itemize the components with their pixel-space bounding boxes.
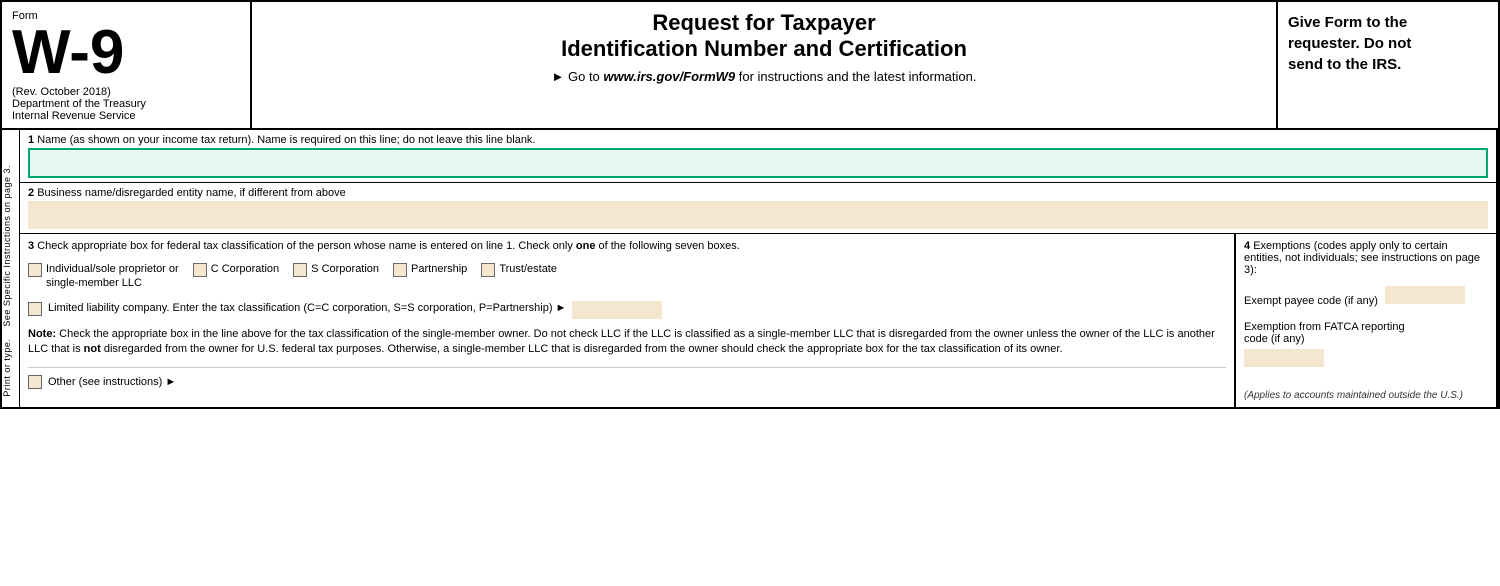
fatca-label: Exemption from FATCA reporting [1244,321,1488,333]
llc-classification-input[interactable] [572,301,662,319]
checkbox-individual: Individual/sole proprietor orsingle-memb… [28,262,179,291]
checkbox-s-corp-box[interactable] [293,263,307,277]
main-title: Request for Taxpayer Identification Numb… [272,10,1256,63]
header-right: Give Form to the requester. Do not send … [1278,2,1498,128]
give-form-line2: requester. Do not [1288,35,1411,52]
field2-text: Business name/disregarded entity name, i… [37,187,346,199]
field2-input[interactable] [28,201,1488,229]
main-title-line2: Identification Number and Certification [561,36,967,61]
exempt-payee-row: Exempt payee code (if any) [1244,282,1488,307]
form-w9: Form W-9 (Rev. October 2018) Department … [0,0,1500,409]
other-row: Other (see instructions) ► [28,367,1226,389]
instruction-suffix: for instructions and the latest informat… [739,69,977,84]
checkbox-partnership: Partnership [393,262,467,277]
checkbox-llc-box[interactable] [28,302,42,316]
give-form-line1: Give Form to the [1288,14,1407,31]
field2-label: 2 Business name/disregarded entity name,… [28,187,1488,199]
field1-input[interactable] [28,148,1488,178]
side-text: Print or type. See Specific Instructions… [2,165,20,397]
fatca-section: Exemption from FATCA reporting code (if … [1244,321,1488,370]
checkbox-s-corp-label: S Corporation [311,262,379,276]
main-title-line1: Request for Taxpayer [652,10,875,35]
field1-label: 1 Name (as shown on your income tax retu… [28,134,1488,146]
checkbox-partnership-label: Partnership [411,262,467,276]
llc-label: Limited liability company. Enter the tax… [48,301,566,315]
checkbox-s-corp: S Corporation [293,262,379,277]
instruction-url: www.irs.gov/FormW9 [603,69,735,84]
section3-title-bold: one [576,240,596,252]
field1-number: 1 [28,134,34,146]
header-center: Request for Taxpayer Identification Numb… [252,2,1278,128]
checkbox-c-corp-box[interactable] [193,263,207,277]
section3-main: 3 Check appropriate box for federal tax … [20,234,1236,407]
fatca-label2: code (if any) [1244,333,1488,345]
checkbox-trust-box[interactable] [481,263,495,277]
form-header: Form W-9 (Rev. October 2018) Department … [2,2,1498,130]
exempt-payee-input[interactable] [1385,286,1465,304]
section4-title: 4 Exemptions (codes apply only to certai… [1244,240,1488,276]
fatca-input[interactable] [1244,349,1324,367]
side-print: Print or type. [2,339,12,397]
checkbox-individual-label: Individual/sole proprietor orsingle-memb… [46,262,179,291]
section3-wrapper: 3 Check appropriate box for federal tax … [20,234,1496,407]
field2-number: 2 [28,187,34,199]
section3-title: 3 Check appropriate box for federal tax … [28,240,1226,252]
section3-title-text: Check appropriate box for federal tax cl… [37,240,573,252]
checkbox-trust: Trust/estate [481,262,557,277]
field1-row: 1 Name (as shown on your income tax retu… [20,130,1496,183]
checkbox-c-corp: C Corporation [193,262,279,277]
checkbox-other-box[interactable] [28,375,42,389]
note-bold: Note: [28,328,56,340]
side-label: Print or type. See Specific Instructions… [2,130,20,407]
form-number-display: W-9 [12,22,240,84]
exempt-payee-label: Exempt payee code (if any) [1244,295,1378,307]
field1-text: Name (as shown on your income tax return… [37,134,535,146]
form-main: 1 Name (as shown on your income tax retu… [20,130,1498,407]
dept-line1: Department of the Treasury [12,98,240,110]
sub-instruction: ► Go to www.irs.gov/FormW9 for instructi… [272,69,1256,84]
applies-note: (Applies to accounts maintained outside … [1244,390,1488,401]
checkbox-c-corp-label: C Corporation [211,262,279,276]
other-label: Other (see instructions) ► [48,375,176,389]
section3-number: 3 [28,240,34,252]
note-not: not [84,343,101,355]
checkbox-partnership-box[interactable] [393,263,407,277]
section4-panel: 4 Exemptions (codes apply only to certai… [1236,234,1496,407]
form-body: Print or type. See Specific Instructions… [2,130,1498,407]
checkbox-trust-label: Trust/estate [499,262,557,276]
field2-row: 2 Business name/disregarded entity name,… [20,183,1496,234]
instruction-prefix: ► Go to [552,69,600,84]
dept-line2: Internal Revenue Service [12,110,240,122]
header-left: Form W-9 (Rev. October 2018) Department … [2,2,252,128]
note-text: Note: Check the appropriate box in the l… [28,327,1226,358]
section4-text: Exemptions (codes apply only to certain … [1244,240,1480,276]
checkbox-individual-box[interactable] [28,263,42,277]
side-instructions: See Specific Instructions on page 3. [2,165,12,327]
checkboxes-row: Individual/sole proprietor orsingle-memb… [28,262,1226,291]
llc-row: Limited liability company. Enter the tax… [28,301,1226,319]
give-form-line3: send to the IRS. [1288,56,1401,73]
section3-title-after: of the following seven boxes. [599,240,740,252]
section4-number: 4 [1244,240,1250,252]
form-number: W-9 [12,18,124,87]
note-content2: disregarded from the owner for U.S. fede… [104,343,1063,355]
form-rev: (Rev. October 2018) [12,86,240,98]
